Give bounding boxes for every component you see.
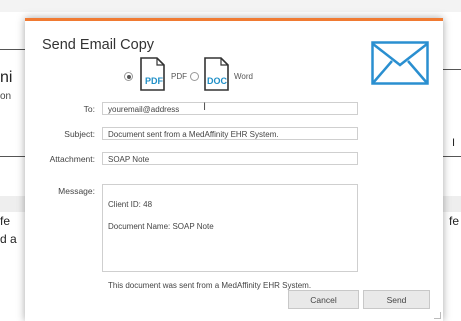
attachment-field[interactable]: SOAP Note [102,152,358,165]
word-option-label: Word [234,72,253,81]
background-right-fragment: fe [449,214,460,228]
message-line-document-name: Document Name: SOAP Note [108,222,214,231]
pdf-radio[interactable] [124,72,133,81]
background-divider-left-top [0,49,25,50]
background-row-fragment-2: d a [0,232,17,246]
background-toolbar [0,0,461,12]
background-heading-fragment: ni [0,69,13,86]
word-radio[interactable] [190,72,199,81]
to-field[interactable]: youremail@address [102,102,358,115]
background-divider-right-top [443,69,461,70]
send-email-dialog: Send Email Copy PDF PDF DOC Word To: you… [25,18,443,321]
background-right-box: I [452,137,456,149]
doc-file-icon: DOC [204,57,229,91]
text-cursor-icon: I [203,101,207,113]
send-button[interactable]: Send [363,290,430,309]
attachment-label: Attachment: [49,154,95,164]
background-divider-right-mid [443,156,461,157]
to-label: To: [83,104,95,114]
cancel-button[interactable]: Cancel [288,290,359,309]
subject-label: Subject: [64,129,95,139]
envelope-icon [371,41,429,85]
subject-field[interactable]: Document sent from a MedAffinity EHR Sys… [102,127,358,140]
pdf-file-icon: PDF [140,57,165,91]
doc-icon-text: DOC [207,76,228,86]
pdf-option-label: PDF [171,72,187,81]
background-subtext-fragment: on [0,91,12,102]
background-divider-left-mid [0,156,25,157]
background-row-fragment-1: fe [0,214,11,228]
message-field[interactable]: Client ID: 48 Document Name: SOAP Note T… [102,184,358,290]
message-line-client-id: Client ID: 48 [108,200,153,209]
pdf-icon-text: PDF [145,76,164,86]
dialog-title: Send Email Copy [42,37,155,53]
message-label: Message: [58,186,95,196]
